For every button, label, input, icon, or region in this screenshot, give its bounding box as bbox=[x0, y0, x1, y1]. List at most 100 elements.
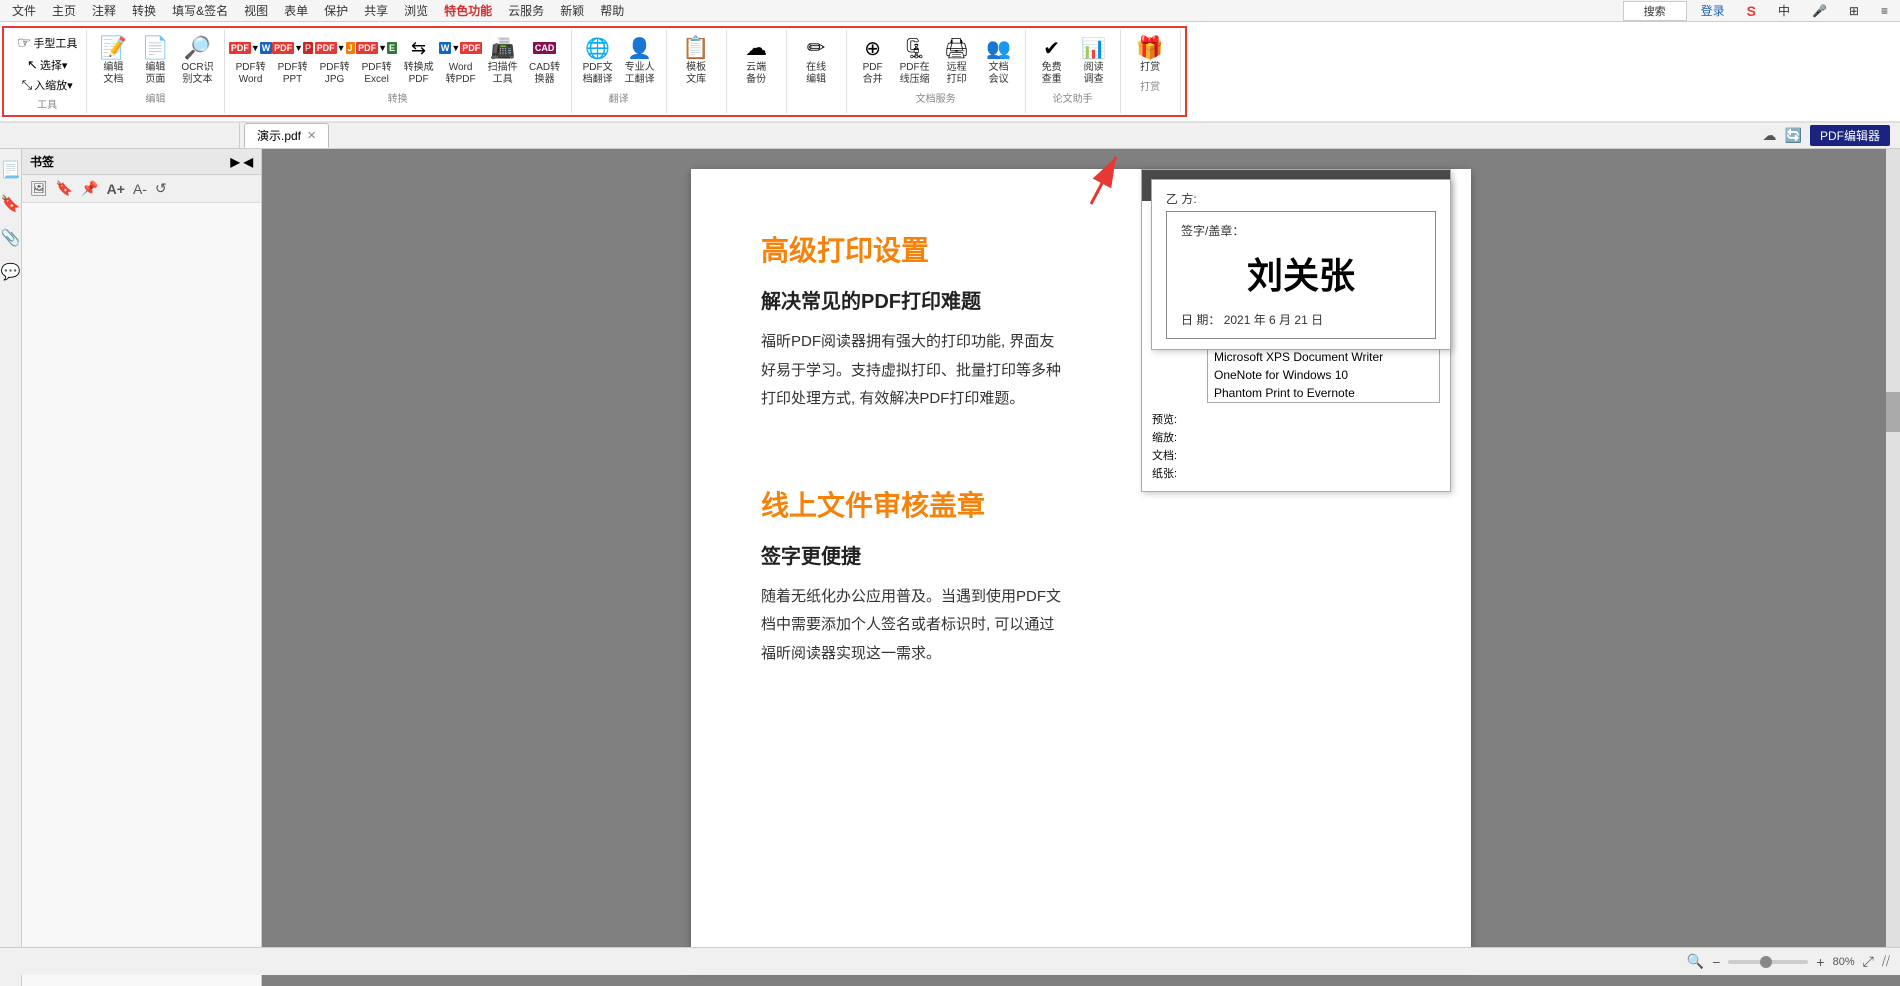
sidebar-header: 书签 ▶ ◀ bbox=[22, 149, 261, 175]
zoom-value: 80% bbox=[1833, 956, 1855, 968]
zoom-slider[interactable] bbox=[1728, 960, 1808, 964]
pro-translate-label: 专业人工翻译 bbox=[625, 62, 655, 86]
pro-translate-btn[interactable]: 👤 专业人工翻译 bbox=[620, 32, 660, 88]
menu-help[interactable]: 帮助 bbox=[592, 0, 632, 21]
pdf-translate-btn[interactable]: 🌐 PDF文档翻译 bbox=[578, 32, 618, 88]
menu-browse[interactable]: 浏览 bbox=[396, 0, 436, 21]
bookmark-refresh-btn[interactable]: ↺ bbox=[153, 179, 169, 198]
login-btn[interactable]: 登录 bbox=[1693, 0, 1733, 21]
free-check-btn[interactable]: ✔ 免费查重 bbox=[1032, 32, 1072, 88]
pdf-excel-icon: PDF▼E bbox=[363, 34, 391, 62]
reading-btn[interactable]: 📊 阅读调查 bbox=[1074, 32, 1114, 88]
pdf-page: 高级打印设置 解决常见的PDF打印难题 福昕PDF阅读器拥有强大的打印功能, 界… bbox=[691, 169, 1471, 969]
grid-icon[interactable]: ⊞ bbox=[1841, 2, 1867, 20]
tab-demo[interactable]: 演示.pdf ✕ bbox=[244, 123, 329, 148]
printer-onenote[interactable]: OneNote for Windows 10 bbox=[1208, 366, 1439, 384]
online-edit-label: 在线编辑 bbox=[806, 62, 826, 86]
zoom-tool-btn[interactable]: ⤡ 入缩放▾ bbox=[19, 76, 76, 94]
attachment-icon[interactable]: 📎 bbox=[0, 225, 23, 251]
printer-ms-xps[interactable]: Microsoft XPS Document Writer bbox=[1208, 348, 1439, 366]
compress-label: PDF在线压缩 bbox=[900, 62, 930, 86]
lang-icon[interactable]: 中 bbox=[1770, 0, 1798, 21]
expand-btn[interactable]: ⤢ bbox=[1863, 953, 1874, 970]
sign-date: 日 期： 2021 年 6 月 21 日 bbox=[1181, 311, 1421, 328]
pdf-ppt-label: PDF转PPT bbox=[278, 62, 308, 86]
zoom-slider-thumb[interactable] bbox=[1760, 956, 1772, 968]
section1-title: 高级打印设置 bbox=[761, 229, 1061, 269]
print-reward-btn[interactable]: 🎁 打赏 bbox=[1130, 32, 1170, 76]
page-thumb-icon[interactable]: 📃 bbox=[0, 157, 23, 183]
zoom-icon: ⤡ bbox=[22, 77, 32, 93]
edit-page-btn[interactable]: 📄 编辑页面 bbox=[135, 32, 175, 88]
menu-convert[interactable]: 转换 bbox=[124, 0, 164, 21]
template-label: 模板文库 bbox=[686, 62, 706, 86]
menu-file[interactable]: 文件 bbox=[4, 0, 44, 21]
pdf-to-excel-btn[interactable]: PDF▼E PDF转Excel bbox=[357, 32, 397, 88]
menu-rewards[interactable]: 新颖 bbox=[552, 0, 592, 21]
print-reward-icon: 🎁 bbox=[1136, 34, 1164, 62]
search-box[interactable]: 搜索 bbox=[1623, 1, 1687, 21]
menu-form[interactable]: 表单 bbox=[276, 0, 316, 21]
zoom-minus-btn[interactable]: − bbox=[1712, 954, 1720, 970]
edit-doc-btn[interactable]: 📝 编辑文档 bbox=[93, 32, 133, 88]
remote-print-btn[interactable]: 🖨 远程打印 bbox=[937, 32, 977, 88]
sidebar-expand-btn[interactable]: ▶ bbox=[231, 155, 240, 169]
menu-annotate[interactable]: 注释 bbox=[84, 0, 124, 21]
menu-protect[interactable]: 保护 bbox=[316, 0, 356, 21]
pdf-to-ppt-btn[interactable]: PDF▼P PDF转PPT bbox=[273, 32, 313, 88]
ocr-btn[interactable]: 🔎 OCR识别文本 bbox=[177, 32, 217, 88]
zoom-plus-btn[interactable]: + bbox=[1816, 954, 1824, 970]
ocr-icon: 🔎 bbox=[183, 34, 211, 62]
pdf-translate-label: PDF文档翻译 bbox=[583, 62, 613, 86]
bookmark-add-img-btn[interactable]: 🖼 bbox=[28, 179, 50, 198]
comment-icon[interactable]: 💬 bbox=[0, 259, 23, 285]
fit-page-btn[interactable]: 🔍 bbox=[1687, 953, 1704, 970]
scan-btn[interactable]: 📠 扫描件工具 bbox=[483, 32, 523, 88]
to-pdf-btn[interactable]: ⇆ 转换成PDF bbox=[399, 32, 439, 88]
template-btn[interactable]: 📋 模板文库 bbox=[676, 32, 716, 88]
bookmark-add1-btn[interactable]: 🔖 bbox=[54, 179, 75, 198]
menu-special[interactable]: 特色功能 bbox=[436, 0, 500, 21]
pdf-merge-btn[interactable]: ⊕ PDF合并 bbox=[853, 32, 893, 88]
font-smaller-btn[interactable]: A- bbox=[131, 180, 149, 198]
cloud-sync-icon: ☁ bbox=[1763, 127, 1777, 144]
pdf-to-word-btn[interactable]: PDF▼W PDF转Word bbox=[231, 32, 271, 88]
mic-icon[interactable]: 🎤 bbox=[1804, 2, 1835, 20]
menu-view[interactable]: 视图 bbox=[236, 0, 276, 21]
section1-body: 福昕PDF阅读器拥有强大的打印功能, 界面友好易于学习。支持虚拟打印、批量打印等… bbox=[761, 328, 1061, 414]
menu-cloud[interactable]: 云服务 bbox=[500, 0, 552, 21]
paper-label: 纸张: bbox=[1152, 465, 1207, 481]
bookmark-icon[interactable]: 🔖 bbox=[0, 191, 23, 217]
online-edit-btn[interactable]: ✏ 在线编辑 bbox=[796, 32, 836, 88]
hand-tool-btn[interactable]: ☞ 手型工具 bbox=[14, 32, 80, 54]
scroll-bar[interactable] bbox=[1886, 149, 1900, 958]
bookmark-add2-btn[interactable]: 📌 bbox=[79, 179, 100, 198]
ribbon-group-assistant: ✔ 免费查重 📊 阅读调查 论文助手 bbox=[1026, 30, 1121, 113]
pdf-ppt-icon: PDF▼P bbox=[279, 34, 307, 62]
free-check-label: 免费查重 bbox=[1042, 62, 1062, 86]
section2: 线上文件审核盖章 签字更便捷 随着无纸化办公应用普及。当遇到使用PDF文档中需要… bbox=[761, 484, 1401, 689]
compress-btn[interactable]: 🗜 PDF在线压缩 bbox=[895, 32, 935, 88]
pdf-editor-btn[interactable]: PDF编辑器 bbox=[1810, 125, 1890, 146]
cad-icon: CAD bbox=[531, 34, 559, 62]
pdf-viewer: 高级打印设置 解决常见的PDF打印难题 福昕PDF阅读器拥有强大的打印功能, 界… bbox=[262, 149, 1900, 986]
font-larger-btn[interactable]: A+ bbox=[105, 180, 127, 198]
convert-label: 转换 bbox=[388, 90, 408, 105]
sign-yifang-label: 乙 方: bbox=[1166, 190, 1436, 207]
word-to-pdf-btn[interactable]: W▼PDF Word转PDF bbox=[441, 32, 481, 88]
printer-phantom-evernote[interactable]: Phantom Print to Evernote bbox=[1208, 384, 1439, 402]
menu-icon[interactable]: ≡ bbox=[1873, 2, 1896, 20]
tab-close-btn[interactable]: ✕ bbox=[307, 129, 316, 142]
merge-icon: ⊕ bbox=[859, 34, 887, 62]
print-details: 预览: 缩放: 文档: 纸张: bbox=[1152, 411, 1440, 481]
cad-btn[interactable]: CAD CAD转换器 bbox=[525, 32, 565, 88]
pdf-to-jpg-btn[interactable]: PDF▼J PDF转JPG bbox=[315, 32, 355, 88]
select-tool-btn[interactable]: ↖ 选择▾ bbox=[24, 56, 70, 74]
menu-share[interactable]: 共享 bbox=[356, 0, 396, 21]
menu-home[interactable]: 主页 bbox=[44, 0, 84, 21]
sidebar-collapse-btn[interactable]: ◀ bbox=[244, 155, 253, 169]
scroll-thumb[interactable] bbox=[1886, 392, 1900, 432]
doc-meeting-btn[interactable]: 👥 文档会议 bbox=[979, 32, 1019, 88]
menu-sign[interactable]: 填写&签名 bbox=[164, 0, 236, 21]
cloud-btn[interactable]: ☁ 云端备份 bbox=[736, 32, 776, 88]
